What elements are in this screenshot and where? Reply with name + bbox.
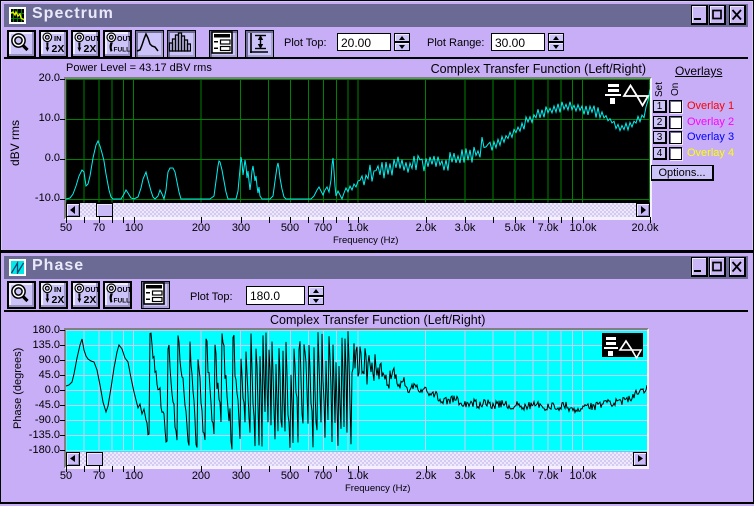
svg-text:FULL: FULL: [114, 298, 131, 305]
svg-text:FULL: FULL: [114, 47, 131, 54]
svg-text:OUT: OUT: [85, 287, 98, 294]
svg-text:OUT: OUT: [85, 36, 98, 43]
svg-text:OUT: OUT: [117, 287, 130, 294]
svg-text:OUT: OUT: [117, 36, 130, 43]
svg-text:2X: 2X: [52, 294, 65, 305]
svg-text:IN: IN: [54, 285, 62, 294]
svg-text:2X: 2X: [84, 294, 97, 305]
svg-text:2X: 2X: [52, 43, 65, 54]
svg-text:2X: 2X: [84, 43, 97, 54]
svg-text:IN: IN: [54, 34, 62, 43]
